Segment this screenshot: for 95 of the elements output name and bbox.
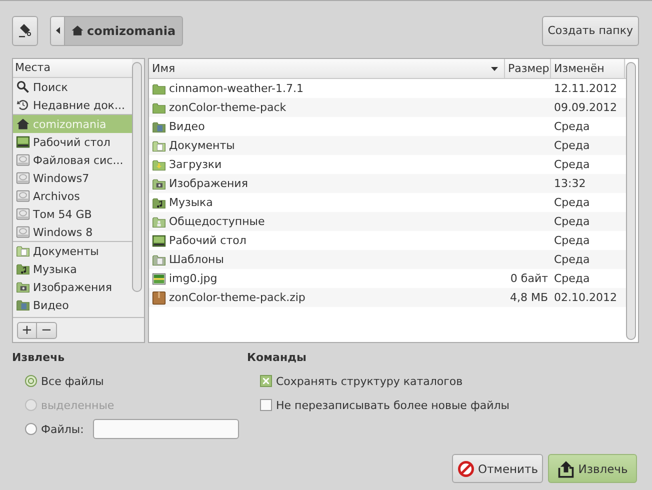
scrollbar[interactable] — [132, 62, 142, 292]
table-cell-text: Среда — [553, 139, 591, 152]
file-name[interactable]: cinnamon-weather-1.7.1 — [149, 82, 505, 96]
section-title: Команды — [247, 351, 308, 366]
remove-button[interactable]: − — [37, 322, 57, 338]
drive-icon — [16, 207, 30, 221]
drive-icon — [16, 225, 30, 239]
file-name[interactable]: Шаблоны — [149, 252, 505, 266]
place-item[interactable]: Изображения — [13, 278, 132, 296]
folder-icon — [152, 82, 166, 96]
archive-icon — [152, 290, 166, 304]
export-icon — [557, 460, 576, 478]
file-name[interactable]: img0.jpg — [149, 272, 505, 286]
file-name[interactable]: zonColor-theme-pack — [149, 100, 505, 114]
place-item[interactable]: Archivos — [13, 187, 132, 205]
file-name[interactable]: zonColor-theme-pack.zip — [149, 290, 505, 304]
music-folder-icon — [152, 196, 166, 210]
checkbox-label: Сохранять структуру каталогов — [276, 374, 463, 388]
images-folder-icon — [16, 280, 30, 294]
table-cell-text: 4,8 МБ — [508, 291, 549, 304]
file-name[interactable]: Видео — [149, 120, 505, 134]
sort-arrow-icon — [491, 66, 498, 70]
scrollbar[interactable] — [626, 62, 636, 340]
table-cell-text: Среда — [553, 272, 591, 285]
place-item[interactable]: Музыка — [13, 260, 132, 278]
search-icon — [16, 80, 30, 94]
image-file-icon — [152, 272, 166, 286]
drive-icon — [16, 189, 30, 203]
pencil-icon — [17, 22, 33, 38]
video-folder-icon — [152, 120, 166, 134]
table-cell-text: Среда — [553, 253, 591, 266]
place-item[interactable]: Windows7 — [13, 169, 132, 187]
radio-button[interactable] — [25, 375, 37, 387]
place-item[interactable]: Windows 8 — [13, 223, 132, 242]
table-cell-text: Среда — [553, 120, 591, 133]
file-name[interactable]: Музыка — [149, 196, 505, 210]
video-folder-icon — [16, 298, 30, 312]
documents-folder-icon — [152, 138, 166, 152]
place-item[interactable]: Поиск — [13, 78, 132, 96]
no-entry-icon — [457, 460, 476, 478]
desktop-icon — [152, 234, 166, 248]
back-button[interactable] — [50, 16, 65, 46]
history-icon — [16, 98, 30, 112]
left-arrow-icon — [56, 27, 60, 34]
drive-icon — [16, 153, 30, 167]
downloads-folder-icon — [152, 158, 166, 172]
checkbox[interactable] — [260, 399, 272, 411]
cancel-button[interactable]: Отменить — [452, 454, 543, 483]
documents-folder-icon — [16, 244, 30, 258]
place-item[interactable]: Файловая сис... — [13, 151, 132, 169]
templates-folder-icon — [152, 252, 166, 266]
place-item[interactable]: Видео — [13, 296, 132, 314]
table-cell-text: 13:32 — [553, 177, 587, 190]
edit-button[interactable] — [12, 16, 38, 46]
column-header[interactable]: Изменён — [551, 59, 625, 78]
public-folder-icon — [152, 214, 166, 228]
section-title: Извлечь — [12, 351, 66, 366]
file-name[interactable]: Рабочий стол — [149, 234, 505, 248]
radio-label: выделенные — [41, 398, 114, 412]
home-icon — [71, 24, 84, 37]
images-folder-icon — [152, 176, 166, 190]
table-cell-text: Среда — [553, 158, 591, 171]
input-field[interactable] — [92, 419, 239, 439]
file-name[interactable]: Загрузки — [149, 158, 505, 172]
table-cell-text: 02.10.2012 — [553, 291, 618, 304]
table-cell-text: Среда — [553, 196, 591, 209]
radio-button[interactable] — [25, 423, 37, 435]
radio-label: Файлы: — [41, 422, 84, 436]
extract-button[interactable]: Извлечь — [548, 454, 637, 483]
file-name[interactable]: Изображения — [149, 176, 505, 190]
table-cell-text: Среда — [553, 234, 591, 247]
table-cell-text: 0 байт — [509, 272, 549, 285]
path-button[interactable]: comizomania — [65, 16, 183, 46]
checkbox[interactable] — [260, 375, 272, 387]
file-name[interactable]: Документы — [149, 138, 505, 152]
drive-icon — [16, 171, 30, 185]
column-header[interactable]: Имя — [149, 59, 505, 78]
place-item[interactable]: Том 54 GB — [13, 205, 132, 223]
desktop-icon — [16, 135, 30, 149]
column-header[interactable]: Места — [13, 59, 132, 78]
home-icon — [16, 117, 30, 131]
checkbox-label: Не перезаписывать более новые файлы — [276, 398, 510, 412]
check-mark-icon — [263, 378, 269, 384]
place-item[interactable]: Рабочий стол — [13, 133, 132, 151]
file-name[interactable]: Общедоступные — [149, 214, 505, 228]
folder-icon — [152, 100, 166, 114]
radio-label: Все файлы — [41, 374, 104, 388]
table-cell-text: 09.09.2012 — [553, 101, 618, 114]
create-folder-button[interactable]: Создать папку — [542, 16, 639, 46]
table-cell-text: 12.11.2012 — [553, 82, 618, 95]
column-header[interactable]: Размер — [505, 59, 551, 78]
music-folder-icon — [16, 262, 30, 276]
place-item[interactable]: Документы — [13, 242, 132, 260]
add-button[interactable]: + — [17, 322, 37, 338]
table-cell-text: Среда — [553, 215, 591, 228]
